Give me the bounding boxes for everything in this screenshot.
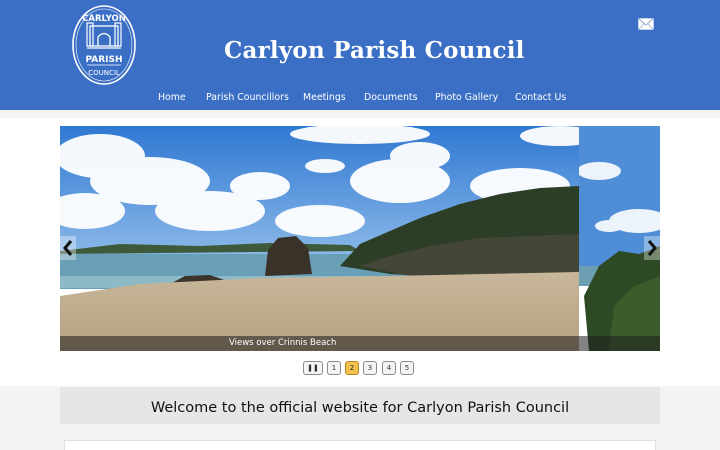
caption-bar-next bbox=[579, 336, 660, 351]
nav-item-home[interactable]: Home bbox=[158, 92, 186, 103]
chevron-right-icon bbox=[647, 240, 657, 256]
slider-pause-button[interactable]: ❚❚ bbox=[303, 361, 323, 375]
nav-item-parish-councillors[interactable]: Parish Councillors bbox=[206, 92, 289, 103]
slider-next-button[interactable] bbox=[644, 236, 660, 260]
nav-item-contact-us[interactable]: Contact Us bbox=[515, 92, 566, 103]
nav-item-meetings[interactable]: Meetings bbox=[303, 92, 346, 103]
nav-item-documents[interactable]: Documents bbox=[364, 92, 417, 103]
slider-page-1[interactable]: 1 bbox=[327, 361, 341, 375]
site-title: Carlyon Parish Council bbox=[224, 37, 525, 64]
slider-page-5[interactable]: 5 bbox=[400, 361, 414, 375]
site-header: CARLYON PARISH COUNCIL Carlyon Parish Co… bbox=[0, 0, 720, 110]
slider-page-3[interactable]: 3 bbox=[363, 361, 377, 375]
envelope-icon[interactable] bbox=[638, 15, 654, 30]
logo-text-mid: PARISH bbox=[85, 55, 122, 65]
slider-page-2[interactable]: 2 bbox=[345, 361, 359, 375]
welcome-banner: Welcome to the official website for Carl… bbox=[60, 387, 660, 424]
main-nav: Home Parish Councillors Meetings Documen… bbox=[0, 88, 720, 108]
chevron-left-icon bbox=[63, 240, 73, 256]
slider-prev-button[interactable] bbox=[60, 236, 76, 260]
council-crest-logo[interactable]: CARLYON PARISH COUNCIL bbox=[71, 4, 137, 86]
header-spacer bbox=[0, 110, 720, 118]
welcome-text: Welcome to the official website for Carl… bbox=[150, 400, 570, 416]
slide-image-beach[interactable] bbox=[60, 126, 579, 351]
slider-page-4[interactable]: 4 bbox=[382, 361, 396, 375]
content-box bbox=[64, 440, 656, 450]
nav-item-photo-gallery[interactable]: Photo Gallery bbox=[435, 92, 498, 103]
logo-text-bottom: COUNCIL bbox=[88, 69, 120, 77]
slide-caption: Views over Crinnis Beach bbox=[229, 338, 337, 348]
